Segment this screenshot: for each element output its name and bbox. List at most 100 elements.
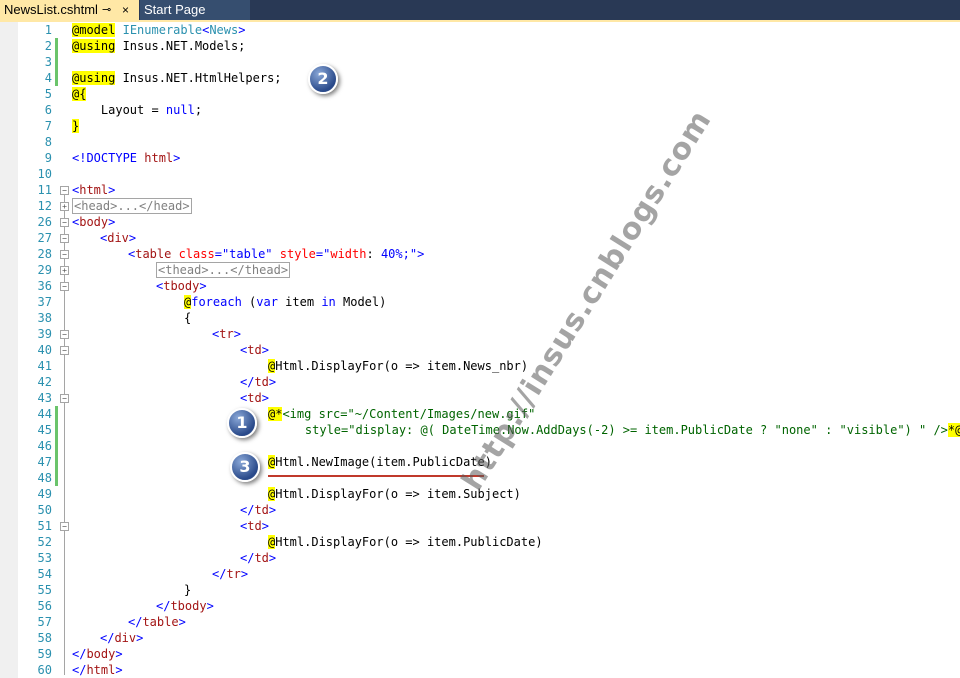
document-tab-bar: NewsList.cshtml ⊸ × Start Page	[0, 0, 960, 20]
collapsed-region[interactable]: <thead>...</thead>	[156, 262, 291, 278]
code-line: 51 − <td>	[0, 518, 960, 534]
line-number: 27	[37, 231, 52, 245]
code-line: 11 − <html>	[0, 182, 960, 198]
line-number: 2	[44, 39, 52, 53]
code-line: 40 − <td>	[0, 342, 960, 358]
line-number: 11	[37, 183, 52, 197]
collapsed-region[interactable]: <head>...</head>	[72, 198, 192, 214]
tab-label: NewsList.cshtml	[4, 2, 98, 17]
razor-using: @using	[72, 71, 116, 85]
code-line: 36 − <tbody>	[0, 278, 960, 294]
punct: >	[115, 647, 123, 661]
keyword: null	[165, 103, 195, 117]
code-text: <table class="table" style="width: 40%;"…	[128, 246, 424, 262]
collapse-icon[interactable]: −	[60, 186, 69, 195]
doctype: <!DOCTYPE	[72, 151, 138, 165]
punct: </	[240, 375, 255, 389]
tag-name: td	[254, 551, 269, 565]
punct: </	[100, 631, 115, 645]
code-part: Layout =	[72, 103, 166, 117]
code-line: 54 </tr>	[0, 566, 960, 582]
code-line: 53 </td>	[0, 550, 960, 566]
line-number: 55	[37, 583, 52, 597]
line-number: 9	[44, 151, 52, 165]
code-part: (	[241, 295, 257, 309]
tag-name: div	[114, 631, 137, 645]
close-icon[interactable]: ×	[122, 0, 129, 20]
code-text: <td>	[240, 518, 269, 534]
code-line: 5 @{	[0, 86, 960, 102]
collapse-icon[interactable]: −	[60, 250, 69, 259]
punct: >	[206, 599, 214, 613]
code-text: <tr>	[212, 326, 241, 342]
code-text: @foreach (var item in Model)	[184, 294, 386, 310]
line-number: 40	[37, 343, 52, 357]
attr-value: "table"	[221, 247, 273, 261]
collapse-icon[interactable]: −	[60, 522, 69, 531]
code-line: 9 <!DOCTYPE html>	[0, 150, 960, 166]
code-text: <div>	[100, 230, 136, 246]
change-marker	[55, 470, 58, 486]
line-number: 53	[37, 551, 52, 565]
code-part: Html.DisplayFor(o => item.News_nbr)	[275, 359, 529, 373]
tab-start-page[interactable]: Start Page	[140, 0, 250, 20]
punct: </	[156, 599, 171, 613]
code-part: item	[277, 295, 322, 309]
type-name: IEnumerable	[122, 23, 203, 37]
razor-model-directive: @model	[72, 23, 116, 37]
code-text: </td>	[240, 502, 276, 518]
code-line: 45 style="display: @( DateTime.Now.AddDa…	[0, 422, 960, 438]
code-part: ;	[194, 103, 203, 117]
collapse-icon[interactable]: −	[60, 346, 69, 355]
punct: >	[238, 23, 246, 37]
callout-badge-3: 3	[230, 452, 260, 482]
punct: </	[128, 615, 143, 629]
collapse-icon[interactable]: −	[60, 234, 69, 243]
punct: >	[108, 183, 116, 197]
razor-using: @using	[72, 39, 116, 53]
line-number: 38	[37, 311, 52, 325]
line-number: 46	[37, 439, 52, 453]
code-text: @Html.NewImage(item.PublicDate)	[268, 454, 492, 470]
line-number: 56	[37, 599, 52, 613]
code-line: 44 @*<img src="~/Content/Images/new.gif"	[0, 406, 960, 422]
punct: </	[72, 663, 87, 677]
code-text: </html>	[72, 662, 123, 678]
code-text: <body>	[72, 214, 115, 230]
line-number: 48	[37, 471, 52, 485]
collapse-icon[interactable]: −	[60, 282, 69, 291]
attr-name: class	[171, 247, 215, 261]
code-line: 55 }	[0, 582, 960, 598]
collapse-icon[interactable]: −	[60, 218, 69, 227]
expand-icon[interactable]: +	[60, 202, 69, 211]
annotation-underline	[268, 475, 484, 477]
punct: >	[108, 215, 116, 229]
collapse-icon[interactable]: −	[60, 394, 69, 403]
razor-block-close: }	[72, 119, 80, 133]
namespace: Insus.NET.HtmlHelpers;	[115, 71, 282, 85]
code-line: 58 </div>	[0, 630, 960, 646]
collapse-icon[interactable]: −	[60, 330, 69, 339]
code-part: Model)	[335, 295, 387, 309]
code-text: }	[184, 582, 191, 598]
code-editor[interactable]: 1 @model IEnumerable<News> 2 @using Insu…	[0, 22, 960, 678]
code-text: <td>	[240, 390, 269, 406]
namespace: Insus.NET.Models;	[115, 39, 246, 53]
pin-icon[interactable]: ⊸	[102, 0, 111, 20]
code-line: 60 </html>	[0, 662, 960, 678]
code-text: Layout = null;	[72, 102, 202, 118]
type-name: News	[209, 23, 239, 37]
line-number: 41	[37, 359, 52, 373]
code-text: </tr>	[212, 566, 248, 582]
tab-newslist-cshtml[interactable]: NewsList.cshtml ⊸ ×	[0, 0, 139, 20]
line-number: 5	[44, 87, 52, 101]
line-number: 58	[37, 631, 52, 645]
tag-name: table	[142, 615, 179, 629]
code-part: Html.NewImage(item.PublicDate)	[275, 455, 492, 469]
code-line: 12 + <head>...</head>	[0, 198, 960, 214]
expand-icon[interactable]: +	[60, 266, 69, 275]
keyword: in	[321, 295, 336, 309]
tag-name: html	[79, 183, 109, 197]
code-line: 26 − <body>	[0, 214, 960, 230]
line-number: 28	[37, 247, 52, 261]
